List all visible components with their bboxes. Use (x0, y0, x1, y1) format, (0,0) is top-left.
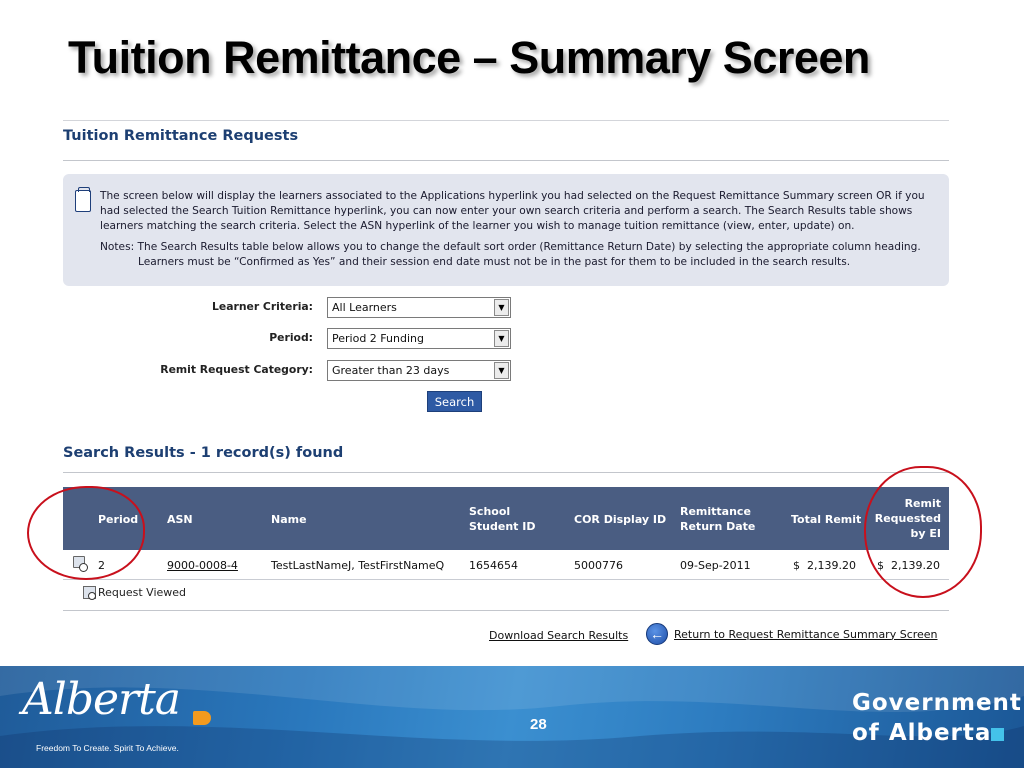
cell-asn: 9000-0008-4 (167, 559, 238, 572)
divider (63, 610, 949, 611)
dropdown-arrow-icon[interactable]: ▼ (494, 299, 509, 316)
alberta-logo-mark-icon (193, 711, 211, 725)
slide-title: Tuition Remittance – Summary Screen (68, 32, 870, 83)
period-label: Period: (269, 331, 313, 344)
info-panel: The screen below will display the learne… (63, 174, 949, 286)
column-header-period[interactable]: Period (98, 512, 138, 527)
column-header-remit-requested-by-ei[interactable]: Remit Requested by EI (875, 496, 941, 541)
legend-label: Request Viewed (98, 586, 187, 599)
column-header-line: Requested (874, 512, 941, 525)
wordmark-square-icon (991, 728, 1004, 741)
cell-name: TestLastNameJ, TestFirstNameQ (271, 559, 445, 572)
column-header-cor-display-id[interactable]: COR Display ID (574, 512, 666, 527)
column-header-school-student-id[interactable]: School Student ID (469, 504, 536, 534)
cell-remittance-return-date: 09-Sep-2011 (680, 559, 751, 572)
divider (63, 120, 949, 121)
learner-criteria-row: Learner Criteria: All Learners ▼ (63, 297, 523, 319)
column-header-line: Student ID (469, 520, 536, 533)
search-button[interactable]: Search (427, 391, 482, 412)
request-viewed-icon (83, 586, 96, 600)
learner-criteria-value: All Learners (332, 301, 397, 314)
document-icon (75, 187, 91, 212)
back-arrow-icon[interactable]: ← (646, 623, 668, 645)
column-header-line: Return Date (680, 520, 756, 533)
remit-category-value: Greater than 23 days (332, 364, 450, 377)
info-description: The screen below will display the learne… (100, 190, 925, 232)
notes-line-1: Notes: The Search Results table below al… (100, 241, 921, 253)
page-number: 28 (530, 716, 547, 733)
cell-school-student-id: 1654654 (469, 559, 518, 572)
legend: Request Viewed (83, 586, 187, 600)
column-header-line: by EI (910, 527, 941, 540)
period-row: Period: Period 2 Funding ▼ (63, 328, 523, 350)
dropdown-arrow-icon[interactable]: ▼ (494, 330, 509, 347)
table-row: 2 9000-0008-4 TestLastNameJ, TestFirstNa… (63, 550, 949, 580)
learner-criteria-label: Learner Criteria: (212, 300, 313, 313)
return-to-summary-link[interactable]: Return to Request Remittance Summary Scr… (674, 628, 938, 641)
notes-line-2: Learners must be “Confirmed as Yes” and … (138, 256, 851, 268)
download-search-results-link[interactable]: Download Search Results (489, 629, 628, 642)
alberta-logo: Alberta (22, 674, 181, 725)
column-header-line: Remit (904, 497, 941, 510)
remit-category-select[interactable]: Greater than 23 days ▼ (327, 360, 511, 381)
logo-tagline: Freedom To Create. Spirit To Achieve. (36, 743, 179, 753)
column-header-name[interactable]: Name (271, 512, 307, 527)
asn-link[interactable]: 9000-0008-4 (167, 559, 238, 572)
return-link-group[interactable]: ← Return to Request Remittance Summary S… (646, 623, 938, 645)
remit-category-label: Remit Request Category: (160, 363, 313, 376)
government-line-1: Government (852, 690, 1022, 716)
cell-cor-display-id: 5000776 (574, 559, 623, 572)
request-viewed-icon (73, 556, 88, 572)
divider (63, 160, 949, 161)
learner-criteria-select[interactable]: All Learners ▼ (327, 297, 511, 318)
page-title: Tuition Remittance Requests (63, 128, 299, 144)
results-table: Period ASN Name School Student ID COR Di… (63, 487, 949, 580)
column-header-asn[interactable]: ASN (167, 512, 193, 527)
results-heading: Search Results - 1 record(s) found (63, 445, 344, 461)
info-notes: Notes: The Search Results table below al… (100, 240, 940, 270)
period-select[interactable]: Period 2 Funding ▼ (327, 328, 511, 349)
column-header-remittance-return-date[interactable]: Remittance Return Date (680, 504, 755, 534)
period-value: Period 2 Funding (332, 332, 424, 345)
column-header-line: Remittance (680, 505, 751, 518)
column-header-line: School (469, 505, 511, 518)
remit-category-row: Remit Request Category: Greater than 23 … (63, 360, 523, 382)
dropdown-arrow-icon[interactable]: ▼ (494, 362, 509, 379)
column-header-total-remit[interactable]: Total Remit (791, 512, 861, 527)
cell-total-remit: $ 2,139.20 (793, 559, 856, 572)
table-header: Period ASN Name School Student ID COR Di… (63, 487, 949, 550)
cell-remit-requested-by-ei: $ 2,139.20 (877, 559, 940, 572)
divider (63, 472, 949, 473)
cell-period: 2 (98, 559, 105, 572)
